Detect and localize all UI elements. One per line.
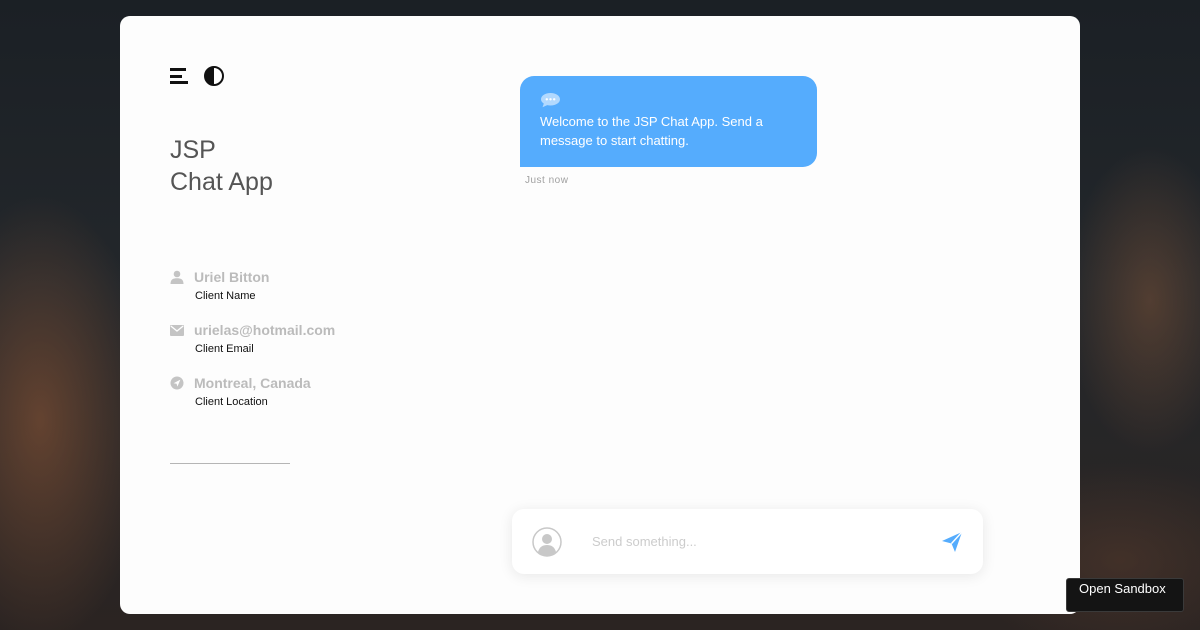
client-email-item: urielas@hotmail.com Client Email [170,321,335,355]
open-sandbox-button[interactable]: Open Sandbox [1066,578,1184,612]
send-icon[interactable] [941,531,963,553]
theme-toggle-icon[interactable] [204,66,224,86]
message-text: Welcome to the JSP Chat App. Send a mess… [540,114,763,148]
mail-icon [170,323,184,337]
client-email-label: Client Email [195,343,254,355]
chat-app-window: JSP Chat App Uriel Bitton Client Name ur… [120,16,1080,614]
message-list: Welcome to the JSP Chat App. Send a mess… [520,76,817,186]
sidebar-toolbar [170,66,224,86]
client-location-item: Montreal, Canada Client Location [170,374,335,408]
client-email-value: urielas@hotmail.com [194,322,336,338]
menu-icon[interactable] [170,67,190,85]
message-timestamp: Just now [525,175,569,186]
app-title-line1: JSP [170,136,216,164]
client-name-value: Uriel Bitton [194,269,270,285]
client-info: Uriel Bitton Client Name urielas@hotmail… [170,268,335,427]
sidebar-divider [170,463,290,464]
client-name-label: Client Name [195,290,256,302]
client-name-item: Uriel Bitton Client Name [170,268,335,302]
message-bubble: Welcome to the JSP Chat App. Send a mess… [520,76,817,167]
location-icon [170,376,184,390]
avatar-icon [532,526,562,557]
sidebar: JSP Chat App Uriel Bitton Client Name ur… [120,16,480,614]
chat-bubble-icon [540,92,797,108]
message-composer [512,509,983,574]
message-input[interactable] [592,534,941,549]
client-location-value: Montreal, Canada [194,375,311,391]
user-icon [170,270,184,284]
app-title: JSP Chat App [170,134,273,198]
client-location-label: Client Location [195,396,268,408]
app-title-line2: Chat App [170,168,273,196]
